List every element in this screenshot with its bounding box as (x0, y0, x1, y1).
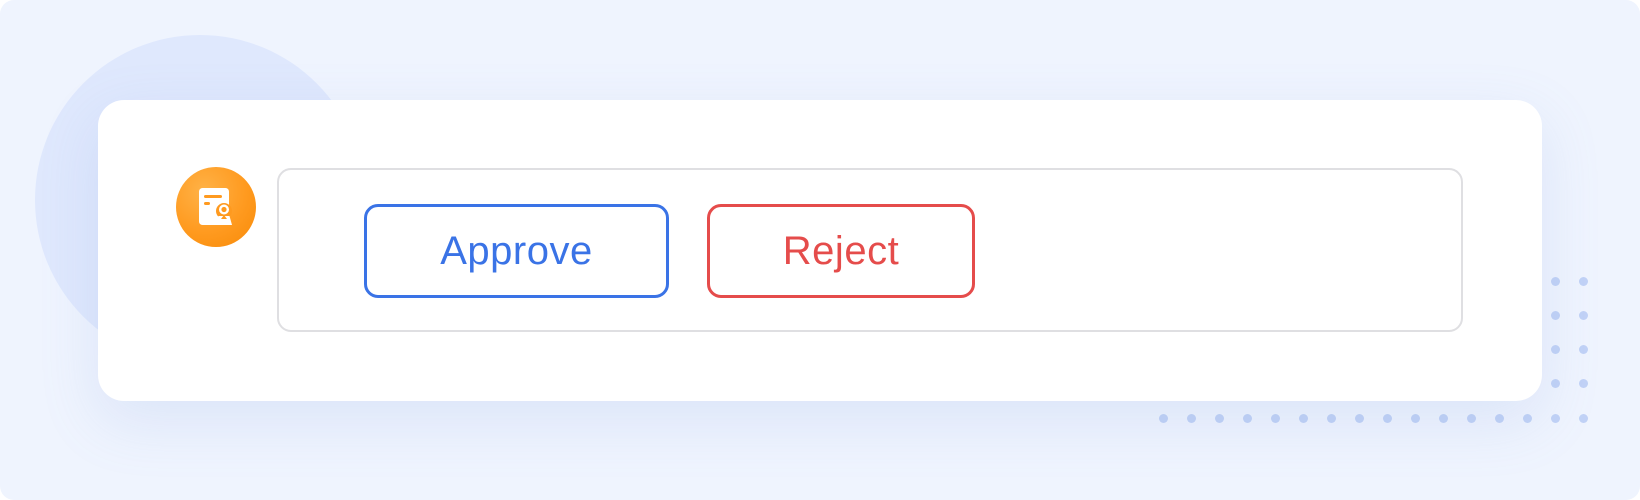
decor-dot (1522, 413, 1532, 423)
decor-dot (1270, 413, 1280, 423)
decor-dot (1382, 413, 1392, 423)
document-certificate-icon (199, 188, 232, 225)
decor-dot (1186, 413, 1196, 423)
decor-dot (1438, 413, 1448, 423)
decor-dot (1578, 413, 1588, 423)
decor-dot (1550, 310, 1560, 320)
decor-dot (1550, 276, 1560, 286)
page-canvas: Approve Reject (0, 0, 1640, 500)
decor-dot (1550, 344, 1560, 354)
decor-dot (1354, 413, 1364, 423)
reject-button[interactable]: Reject (707, 204, 975, 298)
decor-dot (1158, 413, 1168, 423)
decor-dot (1214, 413, 1224, 423)
decor-dot (1466, 413, 1476, 423)
decor-dot (1494, 413, 1504, 423)
decor-dot (1298, 413, 1308, 423)
decor-dot (1550, 378, 1560, 388)
decor-dot (1326, 413, 1336, 423)
decor-dot (1410, 413, 1420, 423)
approve-button[interactable]: Approve (364, 204, 669, 298)
decor-dot (1578, 378, 1588, 388)
actions-panel: Approve Reject (277, 168, 1463, 332)
decor-dot (1578, 310, 1588, 320)
decor-dot (1550, 413, 1560, 423)
decor-dot (1242, 413, 1252, 423)
avatar (176, 167, 256, 247)
decor-dot (1578, 276, 1588, 286)
decor-dot (1578, 344, 1588, 354)
